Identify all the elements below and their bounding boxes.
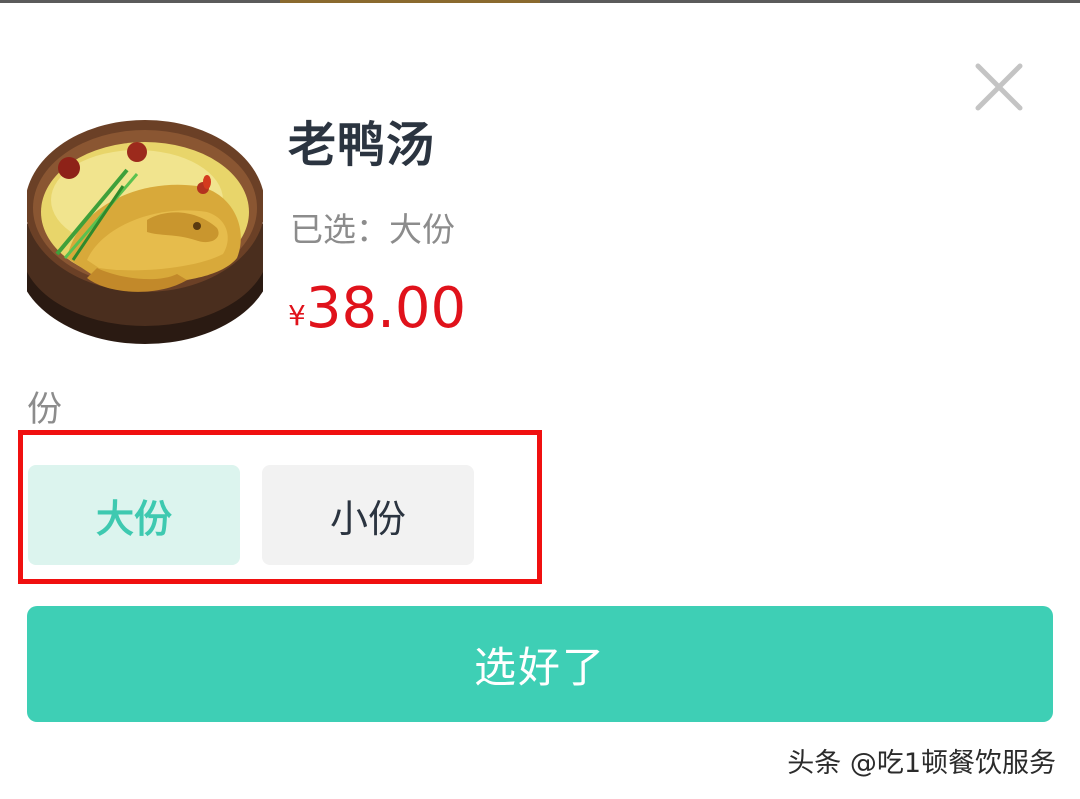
- option-small-label: 小份: [329, 496, 406, 541]
- confirm-button[interactable]: 选好了: [27, 606, 1053, 722]
- selected-spec-text: 已选：大份: [290, 210, 455, 249]
- spec-group-title: 份: [27, 390, 63, 430]
- background-peek-strip: [0, 0, 1080, 3]
- price-currency: ¥: [288, 299, 306, 332]
- product-image: [27, 108, 263, 344]
- background-image-peek: [280, 0, 540, 3]
- price-amount: 38.00: [305, 276, 467, 341]
- option-large[interactable]: 大份: [28, 465, 240, 565]
- close-icon: [975, 63, 1023, 111]
- close-button[interactable]: [970, 58, 1028, 116]
- option-large-label: 大份: [95, 496, 172, 541]
- spec-selector-sheet: 老鸭汤 已选：大份 ¥38.00 份 大份 小份 选好了 头条 @吃1顿餐饮服务: [0, 0, 1080, 799]
- confirm-button-label: 选好了: [473, 642, 606, 692]
- product-price: ¥38.00: [288, 274, 466, 357]
- product-name: 老鸭汤: [288, 117, 436, 173]
- option-small[interactable]: 小份: [262, 465, 474, 565]
- watermark: 头条 @吃1顿餐饮服务: [787, 748, 1056, 779]
